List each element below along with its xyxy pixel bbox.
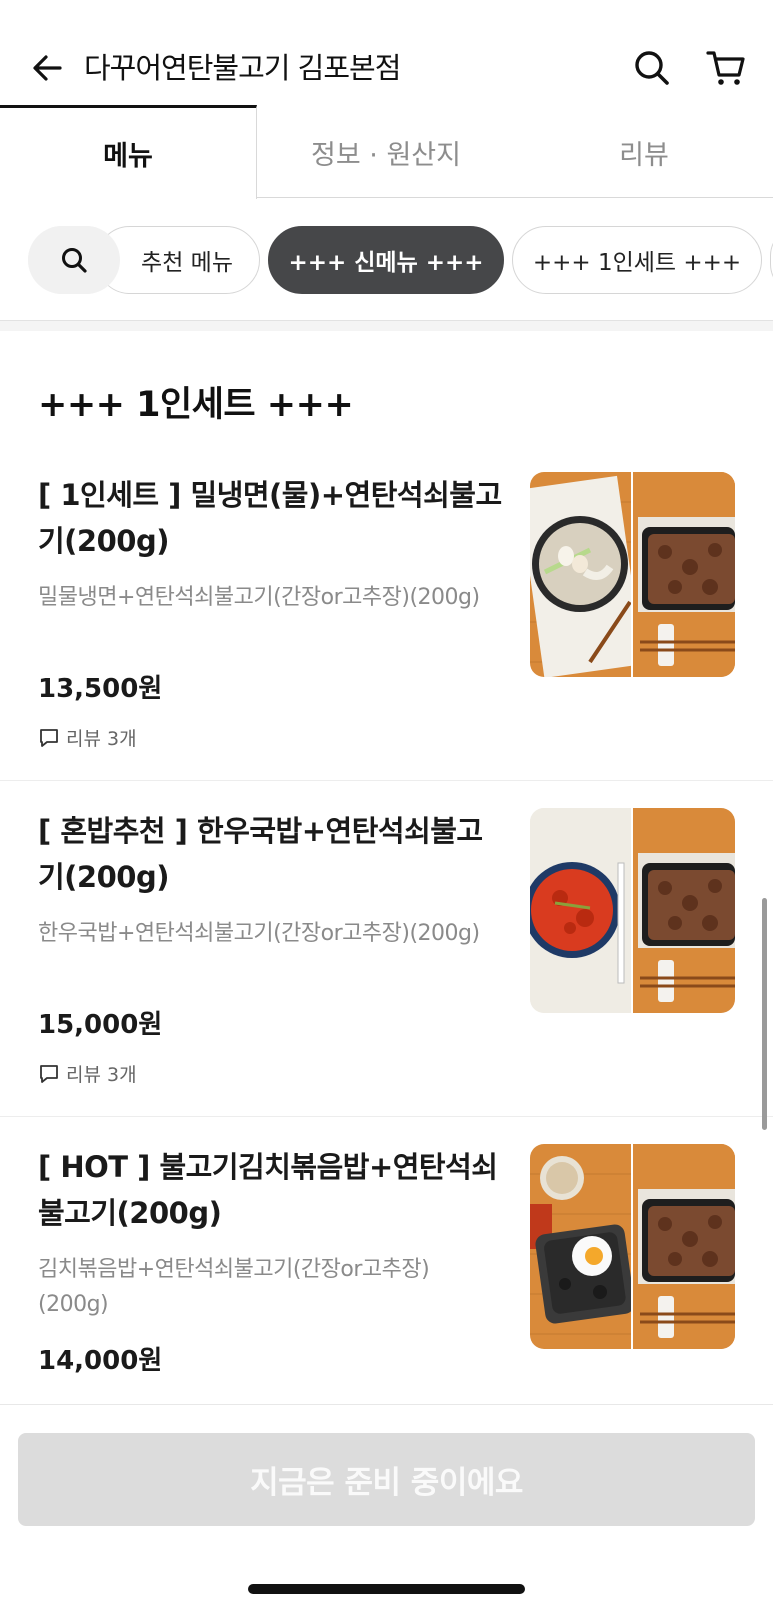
speech-bubble-icon [40,728,58,747]
tab-reviews[interactable]: 리뷰 [515,105,773,199]
menu-item-name: [ 혼밥추천 ] 한우국밥+연탄석쇠불고기(200g) [38,814,483,894]
menu-item-price: 13,500원 [38,674,163,704]
item-separator [0,1116,773,1117]
item-separator [0,780,773,781]
chip-single-set[interactable]: +++ 1인세트 +++ [512,226,762,294]
back-button[interactable] [28,48,68,88]
tab-divider [257,197,773,198]
arrow-left-icon [33,55,62,81]
menu-item-price: 14,000원 [38,1346,163,1376]
menu-item-review-count: 리뷰 3개 [38,1060,137,1087]
menu-item[interactable]: [ 1인세트 ] 밀냉면(물)+연탄석쇠불고기(200g) 밀물냉면+연탄석쇠불… [0,462,773,780]
scrollbar[interactable] [762,898,767,1130]
menu-item-name: [ 1인세트 ] 밀냉면(물)+연탄석쇠불고기(200g) [38,478,502,558]
menu-item-description: 밀물냉면+연탄석쇠불고기(간장or고추장)(200g) [38,585,480,610]
search-icon [635,51,669,85]
menu-item-name: [ HOT ] 불고기김치볶음밥+연탄석쇠불고기(200g) [38,1150,498,1230]
tab-menu[interactable]: 메뉴 [0,105,257,199]
review-count-label: 리뷰 3개 [66,1064,137,1086]
menu-item[interactable]: [ 혼밥추천 ] 한우국밥+연탄석쇠불고기(200g) 한우국밥+연탄석쇠불고기… [0,798,773,1116]
section-title: +++ 1인세트 +++ [38,385,354,425]
store-title: 다꾸어연탄불고기 김포본점 [84,51,401,85]
review-count-label: 리뷰 3개 [66,728,137,750]
menu-item-review-count: 리뷰 3개 [38,724,137,751]
menu-item-description: 한우국밥+연탄석쇠불고기(간장or고추장)(200g) [38,921,480,946]
search-button[interactable] [632,48,672,88]
menu-item-description: 김치볶음밥+연탄석쇠불고기(간장or고추장)(200g) [38,1257,430,1317]
preparing-button[interactable]: 지금은 준비 중이에요 [18,1433,755,1526]
chip-recommended[interactable]: 추천 메뉴 [96,226,260,294]
category-chip-bar: 추천 메뉴 +++ 신메뉴 +++ +++ 1인세트 +++ [0,226,773,294]
menu-search-chip-overlay [28,226,120,294]
tab-info-origin[interactable]: 정보 · 원산지 [257,105,515,199]
speech-bubble-icon [40,1064,58,1083]
menu-item-price: 15,000원 [38,1010,163,1040]
search-icon [62,248,87,273]
menu-item-photo [530,1144,735,1349]
bottom-action-bar: 지금은 준비 중이에요 [0,1404,773,1607]
store-tabs: 메뉴 정보 · 원산지 리뷰 [0,105,773,199]
cart-button[interactable] [704,48,748,88]
cart-icon [706,51,745,85]
chip-new-menu[interactable]: +++ 신메뉴 +++ [268,226,504,294]
section-divider [0,320,773,331]
menu-item-photo [530,472,735,677]
app-header: 다꾸어연탄불고기 김포본점 [0,0,773,106]
menu-item-photo [530,808,735,1013]
home-indicator[interactable] [248,1584,525,1594]
menu-item[interactable]: [ HOT ] 불고기김치볶음밥+연탄석쇠불고기(200g) 김치볶음밥+연탄석… [0,1134,773,1404]
